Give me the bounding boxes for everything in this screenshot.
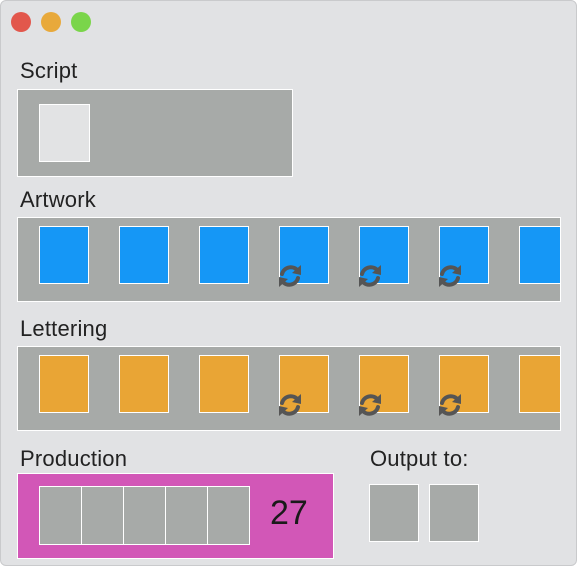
artwork-card[interactable] <box>199 226 249 284</box>
lettering-label: Lettering <box>20 316 108 341</box>
sync-icon <box>354 260 386 292</box>
artwork-label: Artwork <box>20 187 96 212</box>
artwork-card[interactable] <box>39 226 89 284</box>
lettering-card[interactable] <box>199 355 249 413</box>
production-slot[interactable] <box>208 487 249 544</box>
sync-icon <box>274 260 306 292</box>
zoom-window-button[interactable] <box>71 12 91 32</box>
production-slot[interactable] <box>40 487 82 544</box>
output-target[interactable] <box>369 484 419 542</box>
output-label: Output to: <box>370 446 469 471</box>
production-slot[interactable] <box>124 487 166 544</box>
artwork-card[interactable] <box>119 226 169 284</box>
production-label: Production <box>20 446 128 471</box>
artwork-card[interactable] <box>519 226 560 284</box>
close-window-button[interactable] <box>11 12 31 32</box>
script-label: Script <box>20 58 78 83</box>
lettering-card[interactable] <box>119 355 169 413</box>
production-slots <box>39 486 250 545</box>
production-slot[interactable] <box>166 487 208 544</box>
sync-icon <box>354 389 386 421</box>
lettering-card[interactable] <box>519 355 560 413</box>
production-slot[interactable] <box>82 487 124 544</box>
lettering-card[interactable] <box>39 355 89 413</box>
production-panel: 27 <box>17 473 334 559</box>
sync-icon <box>274 389 306 421</box>
script-panel <box>17 89 293 177</box>
app-window: Script Artwork Lettering Production 27 O… <box>0 0 577 566</box>
artwork-panel <box>17 217 561 302</box>
production-count: 27 <box>270 494 308 532</box>
lettering-panel <box>17 346 561 431</box>
minimize-window-button[interactable] <box>41 12 61 32</box>
sync-icon <box>434 389 466 421</box>
script-card[interactable] <box>39 104 90 162</box>
output-target[interactable] <box>429 484 479 542</box>
sync-icon <box>434 260 466 292</box>
